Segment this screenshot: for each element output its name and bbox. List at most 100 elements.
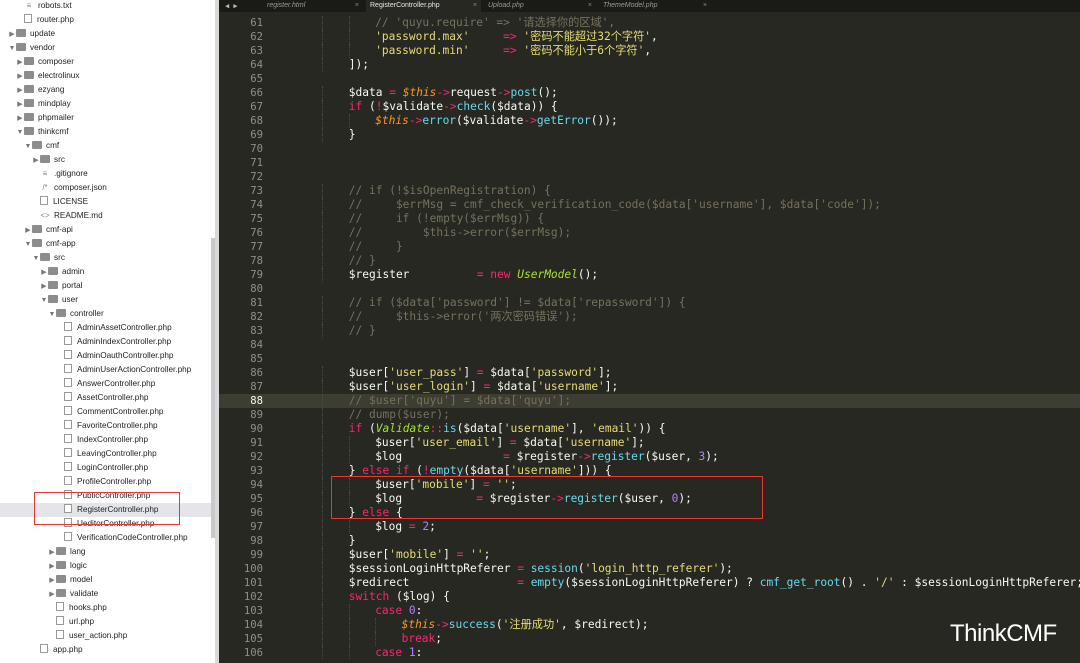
code-line[interactable]: // dump($user); bbox=[349, 408, 450, 422]
code-line[interactable]: // if ($data['password'] != $data['repas… bbox=[349, 296, 686, 310]
code-line[interactable]: $user['user_pass'] = $data['password']; bbox=[349, 366, 612, 380]
tree-folder[interactable]: ▶ lang bbox=[0, 545, 215, 559]
code-line[interactable]: } bbox=[349, 534, 356, 548]
chevron-down-icon[interactable]: ▼ bbox=[24, 140, 32, 154]
code-line[interactable]: $log = 2; bbox=[375, 520, 436, 534]
close-icon[interactable]: × bbox=[473, 0, 477, 12]
tab-nav-arrows-icon[interactable]: ◀ ▶ bbox=[225, 0, 238, 12]
code-line[interactable]: case 0: bbox=[375, 604, 422, 618]
chevron-down-icon[interactable]: ▼ bbox=[24, 238, 32, 252]
tree-file[interactable]: AdminAssetController.php bbox=[0, 321, 215, 335]
tree-file[interactable]: ≡ robots.txt bbox=[0, 0, 215, 13]
code-line[interactable]: if (Validate::is($data['username'], 'ema… bbox=[349, 422, 666, 436]
tree-folder[interactable]: ▼ thinkcmf bbox=[0, 125, 215, 139]
tree-file[interactable]: router.php bbox=[0, 13, 215, 27]
code-line[interactable]: $log = $register->register($user, 3); bbox=[375, 450, 719, 464]
code-line[interactable]: if (!$validate->check($data)) { bbox=[349, 100, 558, 114]
code-line[interactable]: // $this->error('两次密码错误'); bbox=[349, 310, 578, 324]
chevron-down-icon[interactable]: ▼ bbox=[32, 252, 40, 266]
code-line[interactable]: // $this->error($errMsg); bbox=[349, 226, 571, 240]
tree-file[interactable]: user_action.php bbox=[0, 629, 215, 643]
tree-file[interactable]: AdminOauthController.php bbox=[0, 349, 215, 363]
code-line[interactable]: case 1: bbox=[375, 646, 422, 660]
tree-folder[interactable]: ▼ vendor bbox=[0, 41, 215, 55]
code-line[interactable]: $this->error($validate->getError()); bbox=[375, 114, 618, 128]
chevron-right-icon[interactable]: ▶ bbox=[8, 28, 16, 42]
code-line[interactable]: // if (!$isOpenRegistration) { bbox=[349, 184, 551, 198]
tree-file[interactable]: ProfileController.php bbox=[0, 475, 215, 489]
tree-folder[interactable]: ▶ electrolinux bbox=[0, 69, 215, 83]
tree-folder[interactable]: ▶ composer bbox=[0, 55, 215, 69]
code-editor[interactable]: // 'quyu.require' => '请选择你的区域', 'password… bbox=[269, 12, 1080, 663]
code-line[interactable]: $sessionLoginHttpReferer = session('logi… bbox=[349, 562, 733, 576]
tree-file[interactable]: AnswerController.php bbox=[0, 377, 215, 391]
tree-file[interactable]: /* composer.json bbox=[0, 181, 215, 195]
code-line[interactable]: $redirect = empty($sessionLoginHttpRefer… bbox=[349, 576, 1080, 590]
chevron-down-icon[interactable]: ▼ bbox=[48, 308, 56, 322]
tree-file[interactable]: CommentController.php bbox=[0, 405, 215, 419]
tree-file[interactable]: app.php bbox=[0, 643, 215, 657]
tree-folder[interactable]: ▶ update bbox=[0, 27, 215, 41]
tree-folder[interactable]: ▶ portal bbox=[0, 279, 215, 293]
code-line[interactable]: break; bbox=[402, 632, 442, 646]
tree-file[interactable]: AssetController.php bbox=[0, 391, 215, 405]
code-line[interactable]: $user['mobile'] = ''; bbox=[349, 548, 491, 562]
chevron-right-icon[interactable]: ▶ bbox=[48, 546, 56, 560]
code-line[interactable]: // } bbox=[349, 324, 376, 338]
tab-2[interactable]: Upload.php × bbox=[484, 0, 596, 12]
chevron-right-icon[interactable]: ▶ bbox=[16, 84, 24, 98]
tree-file[interactable]: LeavingController.php bbox=[0, 447, 215, 461]
chevron-down-icon[interactable]: ▼ bbox=[40, 294, 48, 308]
tree-file[interactable]: AdminIndexController.php bbox=[0, 335, 215, 349]
code-line[interactable]: // $user['quyu'] = $data['quyu']; bbox=[349, 394, 571, 408]
tree-folder[interactable]: ▼ user bbox=[0, 293, 215, 307]
code-line[interactable]: $data = $this->request->post(); bbox=[349, 86, 558, 100]
code-line[interactable]: } bbox=[349, 128, 356, 142]
close-icon[interactable]: × bbox=[703, 0, 707, 12]
code-line[interactable]: 'password.min' => '密码不能小于6个字符', bbox=[375, 44, 651, 58]
tab-1[interactable]: RegisterController.php × bbox=[366, 0, 481, 12]
tree-folder[interactable]: ▼ src bbox=[0, 251, 215, 265]
tab-0[interactable]: register.html × bbox=[263, 0, 363, 12]
code-line[interactable]: // } bbox=[349, 240, 403, 254]
tree-file[interactable]: VerificationCodeController.php bbox=[0, 531, 215, 545]
chevron-down-icon[interactable]: ▼ bbox=[8, 42, 16, 56]
chevron-right-icon[interactable]: ▶ bbox=[40, 280, 48, 294]
chevron-right-icon[interactable]: ▶ bbox=[16, 56, 24, 70]
tree-file[interactable]: url.php bbox=[0, 615, 215, 629]
tree-folder[interactable]: ▼ controller bbox=[0, 307, 215, 321]
tree-file[interactable]: AdminUserActionController.php bbox=[0, 363, 215, 377]
tree-folder[interactable]: ▶ ezyang bbox=[0, 83, 215, 97]
tree-folder[interactable]: ▶ admin bbox=[0, 265, 215, 279]
chevron-right-icon[interactable]: ▶ bbox=[24, 224, 32, 238]
code-line[interactable]: switch ($log) { bbox=[349, 590, 450, 604]
chevron-right-icon[interactable]: ▶ bbox=[40, 266, 48, 280]
chevron-right-icon[interactable]: ▶ bbox=[16, 112, 24, 126]
chevron-right-icon[interactable]: ▶ bbox=[48, 574, 56, 588]
tree-folder[interactable]: ▼ cmf-app bbox=[0, 237, 215, 251]
tree-file[interactable]: FavoriteController.php bbox=[0, 419, 215, 433]
tab-3[interactable]: ThemeModel.php × bbox=[599, 0, 711, 12]
chevron-right-icon[interactable]: ▶ bbox=[32, 154, 40, 168]
code-line[interactable]: $this->success('注册成功', $redirect); bbox=[402, 618, 649, 632]
tree-file[interactable]: hooks.php bbox=[0, 601, 215, 615]
code-line[interactable]: ]); bbox=[349, 58, 369, 72]
tree-file[interactable]: IndexController.php bbox=[0, 433, 215, 447]
chevron-right-icon[interactable]: ▶ bbox=[16, 70, 24, 84]
tree-file[interactable]: <> README.md bbox=[0, 209, 215, 223]
tree-folder[interactable]: ▶ validate bbox=[0, 587, 215, 601]
code-line[interactable]: $user['user_login'] = $data['username']; bbox=[349, 380, 618, 394]
tree-folder[interactable]: ▶ logic bbox=[0, 559, 215, 573]
code-line[interactable]: // $errMsg = cmf_check_verification_code… bbox=[349, 198, 881, 212]
code-line[interactable]: // if (!empty($errMsg)) { bbox=[349, 212, 544, 226]
chevron-right-icon[interactable]: ▶ bbox=[48, 588, 56, 602]
close-icon[interactable]: × bbox=[355, 0, 359, 12]
code-line[interactable]: $user['user_email'] = $data['username']; bbox=[375, 436, 644, 450]
code-line[interactable]: // 'quyu.require' => '请选择你的区域', bbox=[375, 16, 615, 30]
tree-folder[interactable]: ▶ src bbox=[0, 153, 215, 167]
tree-file[interactable]: ≡ .gitignore bbox=[0, 167, 215, 181]
chevron-right-icon[interactable]: ▶ bbox=[48, 560, 56, 574]
tree-folder[interactable]: ▼ cmf bbox=[0, 139, 215, 153]
tree-file[interactable]: LICENSE bbox=[0, 195, 215, 209]
code-line[interactable]: // } bbox=[349, 254, 376, 268]
